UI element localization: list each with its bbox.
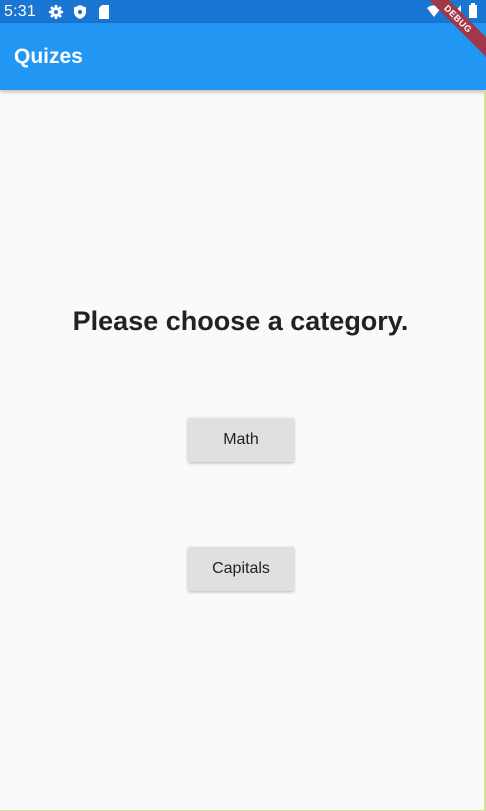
app-bar: Quizes [0,23,486,90]
sd-card-icon [96,4,112,20]
shield-icon [72,4,88,20]
status-bar: 5:31 [0,0,486,23]
status-time: 5:31 [4,2,36,20]
math-category-button[interactable]: Math [188,418,294,462]
app-title: Quizes [14,44,83,68]
capitals-category-button[interactable]: Capitals [188,547,294,591]
gear-icon [48,4,64,20]
page-heading: Please choose a category. [72,306,409,336]
